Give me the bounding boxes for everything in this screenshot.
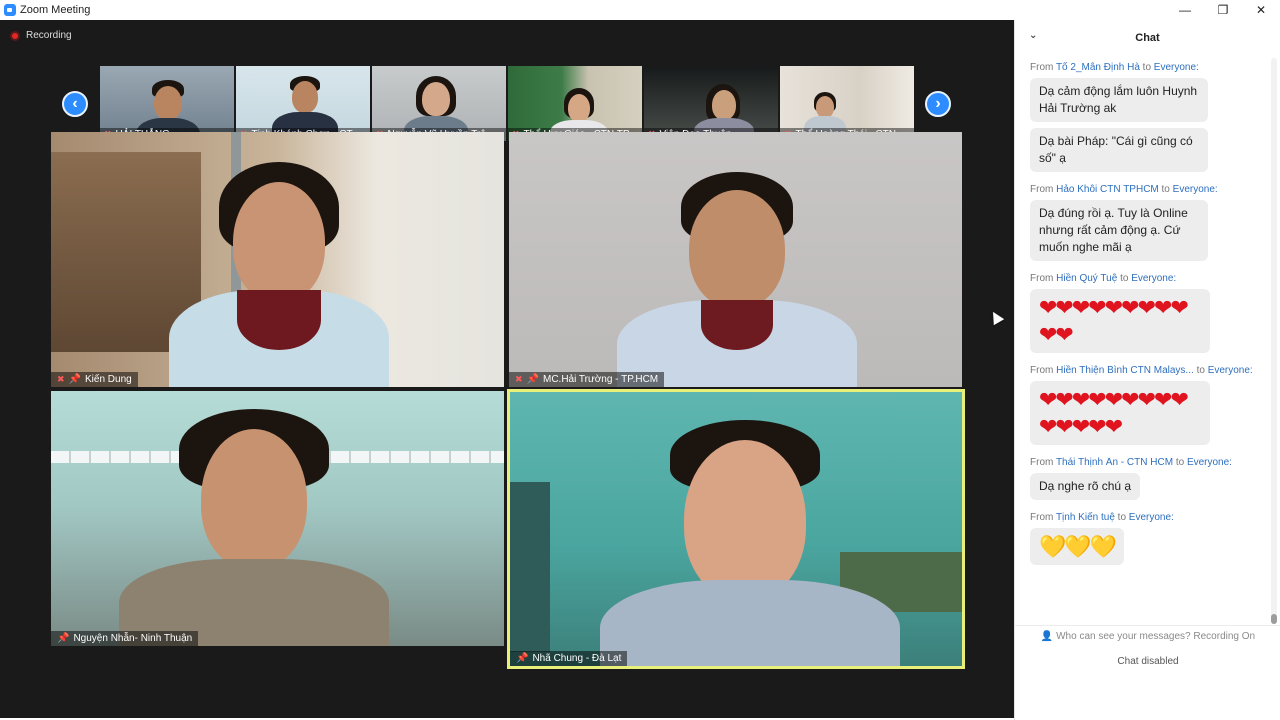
chat-message-bubble: Dạ cảm động lắm luôn Huynh Hải Trường ak [1030,78,1208,122]
chat-message-bubble: Dạ đúng rồi ạ. Tuy là Online nhưng rất c… [1030,200,1208,261]
message-sender-line: From Tố 2_Mẫn Định Hà to Everyone: [1030,62,1199,73]
message-sender-line: From Hiền Quý Tuệ to Everyone: [1030,273,1177,284]
video-tile[interactable]: 📌 Nguyện Nhẫn- Ninh Thuận [51,391,504,646]
pin-icon: 📌 [516,653,529,664]
video-tile[interactable]: ✖ 📌 Kiến Dung [51,132,504,387]
recording-icon [10,30,20,41]
next-page-button[interactable]: › [925,91,951,117]
message-sender-line: From Hiền Thiện Bình CTN Malays... to Ev… [1030,365,1253,376]
recording-indicator[interactable]: Recording [10,30,72,41]
chat-title: Chat [1135,32,1160,44]
chat-privacy-notice[interactable]: 👤 Who can see your messages? Recording O… [1015,625,1280,642]
chevron-down-icon[interactable]: ⌄ [1029,30,1037,41]
chat-header: ⌄ Chat [1015,20,1280,56]
muted-mic-icon: ✖ [515,374,523,384]
message-sender-line: From Thái Thịnh Ân - CTN HCM to Everyone… [1030,457,1232,468]
scrollbar-thumb[interactable] [1271,614,1277,624]
thumbnail-video[interactable]: ✖HẢI THẮNG [100,66,234,141]
yellow-heart-emoji-message: 💛💛💛 [1030,528,1125,565]
window-title: Zoom Meeting [20,4,91,16]
minimize-icon[interactable]: — [1166,0,1204,20]
message-sender-line: From Hảo Khôi CTN TPHCM to Everyone: [1030,184,1218,195]
muted-mic-icon: ✖ [57,374,65,384]
video-tile[interactable]: ✖ 📌 MC.Hải Trường - TP.HCM [509,132,962,387]
pin-icon: 📌 [68,374,81,385]
restore-icon[interactable]: ❐ [1204,0,1242,20]
thumbnail-video[interactable]: ✖Thể Hoàng Thái_ CTN ... [780,66,914,141]
participant-name: 📌 Nguyện Nhẫn- Ninh Thuận [51,631,199,646]
chat-message-bubble: Dạ nghe rõ chú ạ [1030,473,1141,500]
prev-page-button[interactable]: ‹ [62,91,88,117]
chat-message-bubble: Dạ bài Pháp: "Cái gì cũng có số" ạ [1030,128,1208,172]
thumbnail-strip: ✖HẢI THẮNG ✖Tịnh Khánh Chơn - CT... ✖Ngu… [100,66,914,141]
participant-name: 📌 Nhã Chung - Đà Lạt [510,651,628,666]
active-speaker-tile[interactable]: 📌 Nhã Chung - Đà Lạt [507,389,965,669]
close-icon[interactable]: ✕ [1242,0,1280,20]
chat-scrollbar[interactable] [1271,58,1277,624]
participant-name: ✖ 📌 Kiến Dung [51,372,138,387]
pin-icon: 📌 [526,374,539,385]
chat-disabled-label: Chat disabled [1117,656,1179,667]
recording-label: Recording [26,30,72,41]
thumbnail-video[interactable]: ✖Nguyễn Vũ Huyền Trâ... [372,66,506,141]
chat-panel: ⌄ Chat From Tố 2_Mẫn Định Hà to Everyone… [1014,20,1280,720]
chat-messages[interactable]: From Tố 2_Mẫn Định Hà to Everyone: Dạ cả… [1015,56,1280,626]
thumbnail-video[interactable]: ✖Thể Huy Giác - CTN TP... [508,66,642,141]
chevron-right-icon: › [935,95,941,112]
thumbnail-video[interactable]: ✖Tịnh Khánh Chơn - CT... [236,66,370,141]
heart-emoji-message: ❤❤❤❤❤❤❤❤❤❤❤❤❤❤ [1030,381,1210,445]
zoom-logo-icon [4,4,16,16]
chevron-left-icon: ‹ [72,95,78,112]
title-bar: Zoom Meeting — ❐ ✕ [0,0,1280,20]
pin-icon: 📌 [57,633,70,644]
participant-name: ✖ 📌 MC.Hải Trường - TP.HCM [509,372,665,387]
message-sender-line: From Tịnh Kiến tuệ to Everyone: [1030,512,1174,523]
person-icon: 👤 [1040,631,1054,642]
heart-emoji-message: ❤❤❤❤❤❤❤❤❤❤❤ [1030,289,1210,353]
thumbnail-video[interactable]: ✖Viên Đạo Thuận [644,66,778,141]
